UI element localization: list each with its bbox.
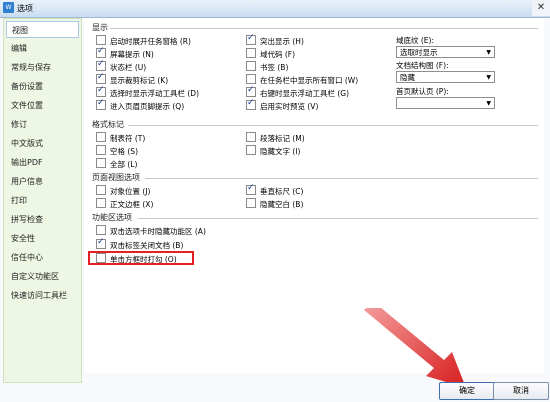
checkbox-floating-toolbar-select[interactable]: 选择时显示浮动工具栏 (D) (96, 85, 199, 99)
checkbox-vertical-ruler[interactable]: 垂直标尺 (C) (246, 183, 303, 197)
doc-map-label: 文档结构图 (F): (396, 61, 449, 70)
checkbox-box[interactable] (246, 85, 256, 97)
arrow-shape (364, 308, 466, 388)
checkbox-box[interactable] (96, 185, 106, 195)
sidebar-item-print[interactable]: 打印 (6, 192, 79, 209)
checkbox-box[interactable] (96, 132, 106, 142)
checkbox-box[interactable] (96, 237, 106, 249)
checkbox-box[interactable] (96, 85, 106, 97)
checkbox-object-anchor[interactable]: 对象位置 (J) (96, 185, 150, 197)
section-title-display: 显示 (92, 23, 108, 32)
checkbox-expand-task-pane[interactable]: 启动时展开任务窗格 (R) (96, 35, 191, 47)
sidebar-item-quick-access[interactable]: 快速访问工具栏 (6, 287, 79, 304)
divider (128, 125, 538, 126)
checkbox-box[interactable] (96, 46, 106, 58)
checkbox-box[interactable] (96, 198, 106, 208)
sidebar-item-customize-ribbon[interactable]: 自定义功能区 (6, 268, 79, 285)
checkbox-box[interactable] (96, 98, 106, 110)
first-page-dropdown[interactable]: ▼ (396, 97, 495, 109)
checkbox-highlight[interactable]: 突出显示 (H) (246, 33, 304, 47)
checkbox-box[interactable] (96, 158, 106, 168)
checkbox-floating-toolbar-rightclick[interactable]: 右键时显示浮动工具栏 (G) (246, 85, 349, 99)
sidebar-item-security[interactable]: 安全性 (6, 230, 79, 247)
checkbox-box[interactable] (246, 33, 256, 45)
checkbox-box[interactable] (246, 198, 256, 208)
checkbox-double-click-hide-ribbon[interactable]: 双击选项卡时隐藏功能区 (A) (96, 225, 206, 237)
checkbox-box[interactable] (96, 225, 106, 235)
cancel-button[interactable]: 取消 (493, 382, 549, 400)
checkbox-box[interactable] (246, 183, 256, 195)
sidebar-item-chinese-layout[interactable]: 中文版式 (6, 135, 79, 152)
close-button[interactable]: ✕ (532, 0, 550, 16)
section-title-format-marks: 格式标记 (92, 120, 124, 129)
window-title: 选项 (17, 4, 33, 13)
checkbox-paragraph-marks[interactable]: 段落标记 (M) (246, 132, 305, 144)
sidebar: 视图 编辑 常规与保存 备份设置 文件位置 修订 中文版式 输出PDF 用户信息… (3, 18, 82, 383)
chevron-down-icon: ▼ (486, 100, 491, 107)
checkbox-live-preview[interactable]: 启用实时预览 (V) (246, 98, 318, 112)
field-shading-dropdown[interactable]: 选取时显示 ▼ (396, 46, 495, 58)
checkbox-bookmarks[interactable]: 书签 (B) (246, 61, 288, 73)
checkbox-box[interactable] (96, 59, 106, 71)
sidebar-item-revision[interactable]: 修订 (6, 116, 79, 133)
checkbox-box[interactable] (96, 72, 106, 84)
checkbox-crop-marks[interactable]: 显示裁剪标记 (K) (96, 72, 168, 86)
checkbox-screen-tips[interactable]: 屏幕提示 (N) (96, 46, 154, 60)
sidebar-item-user-info[interactable]: 用户信息 (6, 173, 79, 190)
annotation-arrow (364, 308, 466, 388)
checkbox-spaces[interactable]: 空格 (S) (96, 145, 138, 157)
checkbox-box[interactable] (246, 145, 256, 155)
divider (145, 178, 538, 179)
sidebar-item-trust-center[interactable]: 信任中心 (6, 249, 79, 266)
chevron-down-icon: ▼ (486, 49, 491, 56)
checkbox-box[interactable] (96, 145, 106, 155)
divider (110, 28, 538, 29)
checkbox-box[interactable] (96, 35, 106, 45)
checkbox-box[interactable] (246, 98, 256, 110)
checkbox-hidden-text[interactable]: 隐藏文字 (I) (246, 145, 300, 157)
chevron-down-icon: ▼ (486, 74, 491, 81)
first-page-label: 首页默认页 (P): (396, 87, 449, 96)
checkbox-box[interactable] (246, 48, 256, 58)
app-icon: W (3, 2, 14, 13)
divider (138, 218, 538, 219)
checkbox-box[interactable] (246, 61, 256, 71)
section-title-page-view: 页面视图选项 (92, 173, 140, 182)
checkbox-hide-whitespace[interactable]: 隐藏空白 (B) (246, 198, 303, 210)
checkbox-double-click-close-doc[interactable]: 双击标签关闭文档 (B) (96, 237, 183, 251)
highlight-box (88, 251, 194, 265)
checkbox-box[interactable] (246, 132, 256, 142)
doc-map-dropdown[interactable]: 隐藏 ▼ (396, 71, 495, 83)
sidebar-item-view[interactable]: 视图 (6, 21, 79, 38)
checkbox-text-boundaries[interactable]: 正文边框 (X) (96, 198, 153, 210)
ok-button[interactable]: 确定 (439, 382, 495, 400)
section-title-ribbon: 功能区选项 (92, 213, 132, 222)
field-shading-label: 域底纹 (E): (396, 36, 435, 45)
sidebar-item-spell-check[interactable]: 拼写检查 (6, 211, 79, 228)
checkbox-taskbar-windows[interactable]: 在任务栏中显示所有窗口 (W) (246, 74, 358, 86)
sidebar-item-file-location[interactable]: 文件位置 (6, 97, 79, 114)
checkbox-field-codes[interactable]: 域代码 (F) (246, 48, 295, 60)
checkbox-header-footer-tip[interactable]: 进入页眉页脚提示 (Q) (96, 98, 184, 112)
sidebar-item-edit[interactable]: 编辑 (6, 40, 79, 57)
sidebar-item-export-pdf[interactable]: 输出PDF (6, 154, 79, 171)
checkbox-box[interactable] (246, 74, 256, 84)
checkbox-all-marks[interactable]: 全部 (L) (96, 158, 137, 170)
sidebar-item-general-save[interactable]: 常规与保存 (6, 59, 79, 76)
sidebar-item-backup[interactable]: 备份设置 (6, 78, 79, 95)
checkbox-tab-chars[interactable]: 制表符 (T) (96, 132, 145, 144)
title-bar: W 选项 ✕ (0, 0, 550, 18)
